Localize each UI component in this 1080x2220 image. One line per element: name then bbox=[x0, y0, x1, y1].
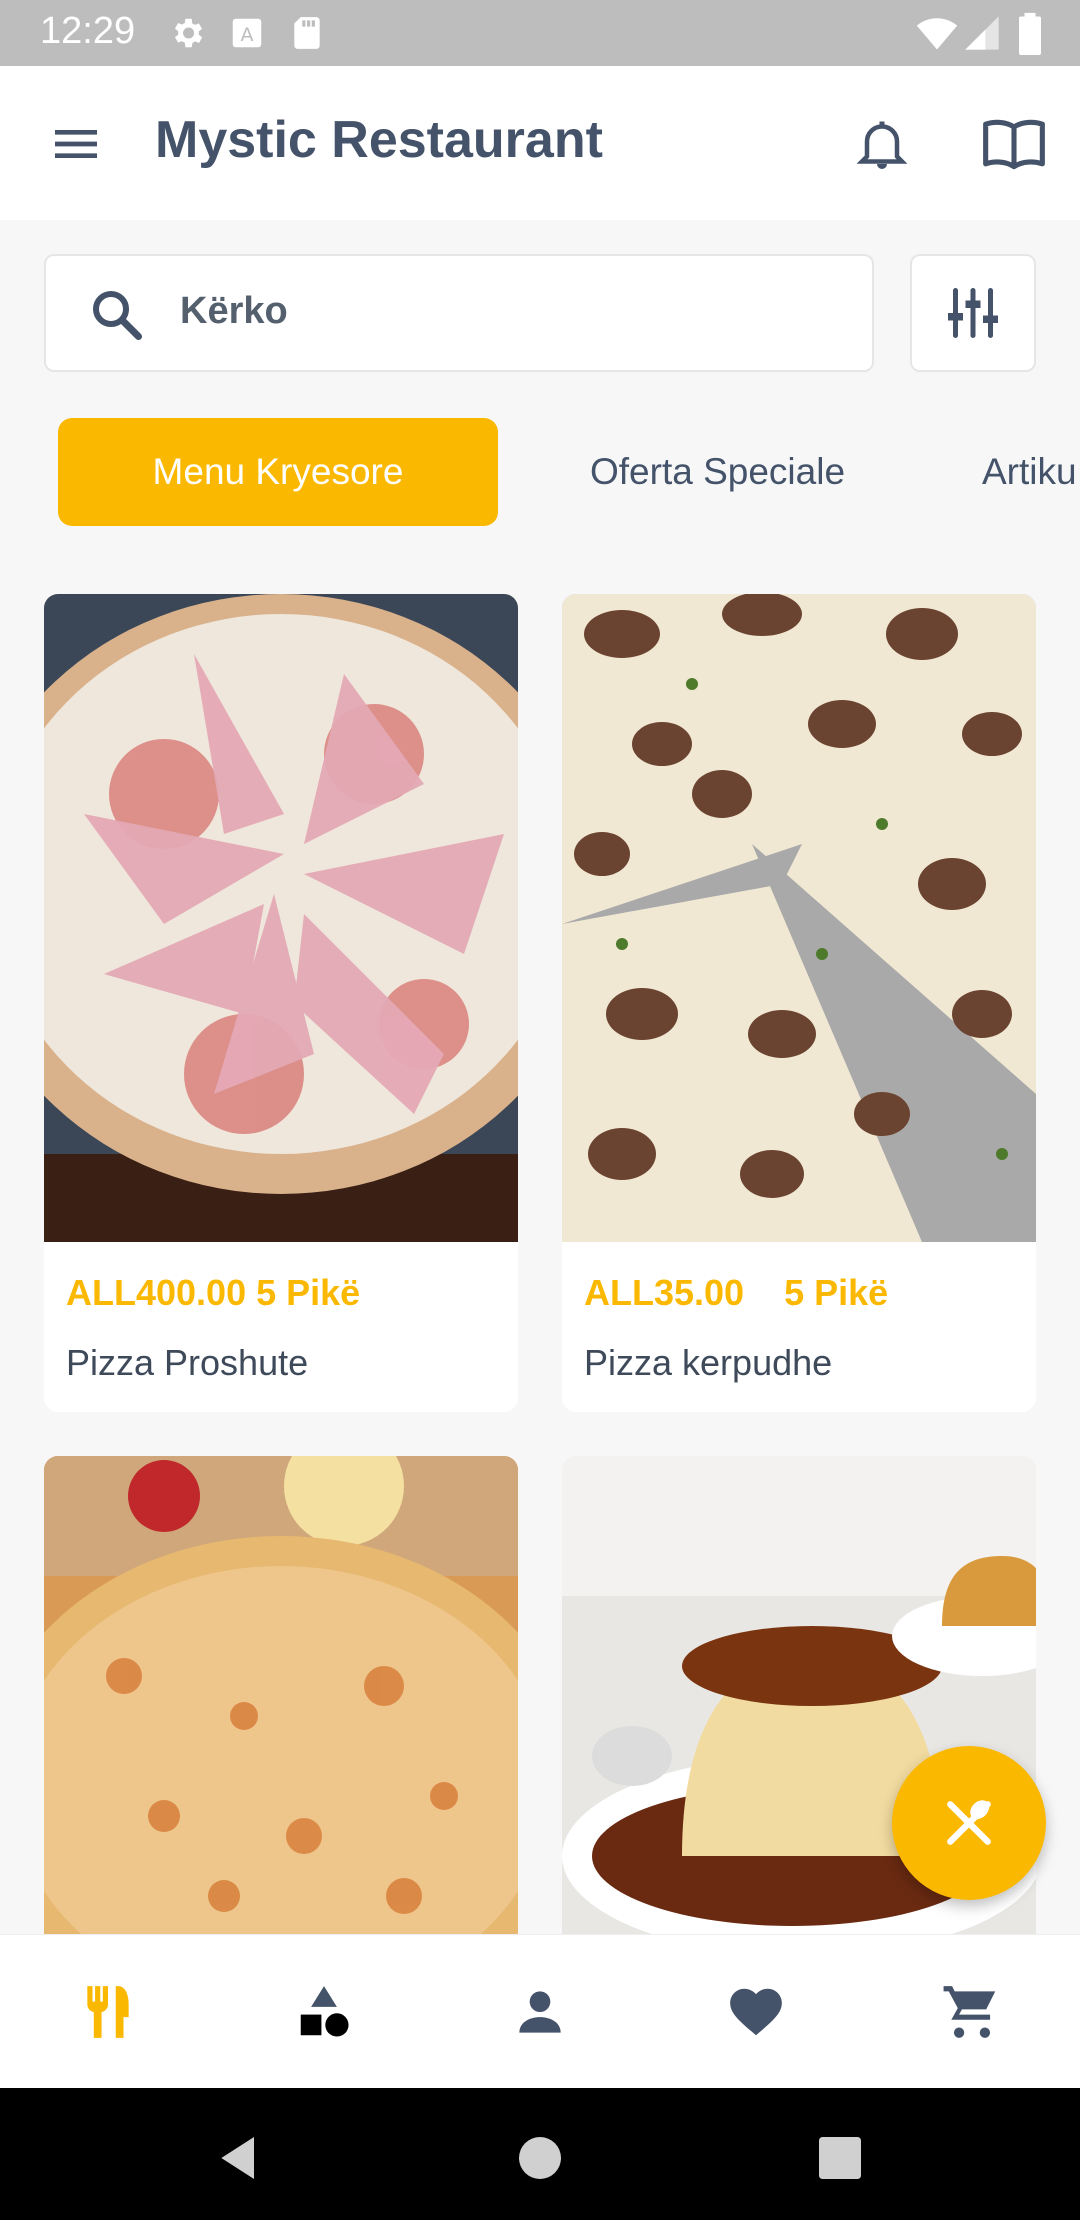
home-icon[interactable] bbox=[512, 2130, 568, 2186]
search-input[interactable]: Kërko bbox=[180, 290, 288, 333]
tab-oferta-speciale[interactable]: Oferta Speciale bbox=[590, 418, 845, 526]
signal-icon bbox=[965, 16, 999, 50]
app-title: Mystic Restaurant bbox=[155, 111, 603, 169]
settings-icon bbox=[174, 18, 203, 48]
app-bar: Mystic Restaurant bbox=[0, 66, 1080, 220]
cart-icon bbox=[943, 1986, 996, 2038]
search-bar[interactable]: Kërko bbox=[44, 254, 874, 372]
nav-menu[interactable] bbox=[73, 1977, 143, 2047]
categories-icon bbox=[300, 1986, 349, 2037]
bottom-navigation bbox=[0, 1934, 1080, 2089]
open-book-icon bbox=[983, 119, 1045, 170]
nav-favorites[interactable] bbox=[721, 1977, 791, 2047]
recents-icon[interactable] bbox=[812, 2130, 868, 2186]
menu-item-card[interactable]: ALL400.00 5 Pikë Pizza Proshute bbox=[44, 594, 518, 1412]
sliders-icon bbox=[948, 288, 998, 338]
hamburger-menu-icon bbox=[55, 130, 97, 158]
search-icon bbox=[93, 291, 142, 340]
pizza-cheese-image bbox=[44, 1456, 518, 1936]
item-price: ALL400.00 5 Pikë bbox=[66, 1272, 361, 1313]
battery-icon bbox=[1019, 12, 1041, 55]
nav-cart[interactable] bbox=[937, 1977, 1007, 2047]
pizza-proshute-image bbox=[44, 594, 518, 1242]
status-time: 12:29 bbox=[40, 10, 136, 52]
back-icon[interactable] bbox=[212, 2130, 268, 2186]
profile-icon bbox=[519, 1991, 561, 2033]
item-name: Pizza kerpudhe bbox=[584, 1342, 833, 1383]
status-bar: 12:29 A bbox=[0, 0, 1080, 66]
system-navigation-bar bbox=[0, 2088, 1080, 2220]
filter-button[interactable] bbox=[910, 254, 1036, 372]
fork-spoon-cross-icon bbox=[947, 1800, 991, 1845]
pizza-kerpudhe-image bbox=[562, 594, 1036, 1242]
menu-item-card[interactable]: ALL35.00 5 Pikë Pizza kerpudhe bbox=[562, 594, 1036, 1412]
restaurant-fab[interactable] bbox=[892, 1746, 1046, 1900]
notifications-button[interactable] bbox=[842, 104, 922, 184]
item-price: ALL35.00 5 Pikë bbox=[584, 1272, 889, 1313]
bell-icon bbox=[856, 121, 908, 169]
tab-menu-kryesore[interactable]: Menu Kryesore bbox=[58, 418, 498, 526]
menu-button[interactable] bbox=[36, 104, 116, 184]
favorites-icon bbox=[730, 1988, 782, 2036]
nav-profile[interactable] bbox=[505, 1977, 575, 2047]
svg-text:A: A bbox=[241, 24, 254, 46]
tab-artikuj[interactable]: Artiku bbox=[982, 418, 1077, 526]
sd-card-icon bbox=[294, 17, 320, 49]
item-name: Pizza Proshute bbox=[66, 1342, 309, 1383]
keyboard-a-icon: A bbox=[232, 18, 262, 48]
wifi-icon bbox=[916, 18, 958, 50]
restaurant-menu-icon bbox=[87, 1986, 129, 2038]
book-button[interactable] bbox=[974, 104, 1054, 184]
menu-item-card[interactable] bbox=[44, 1456, 518, 1936]
nav-categories[interactable] bbox=[289, 1977, 359, 2047]
